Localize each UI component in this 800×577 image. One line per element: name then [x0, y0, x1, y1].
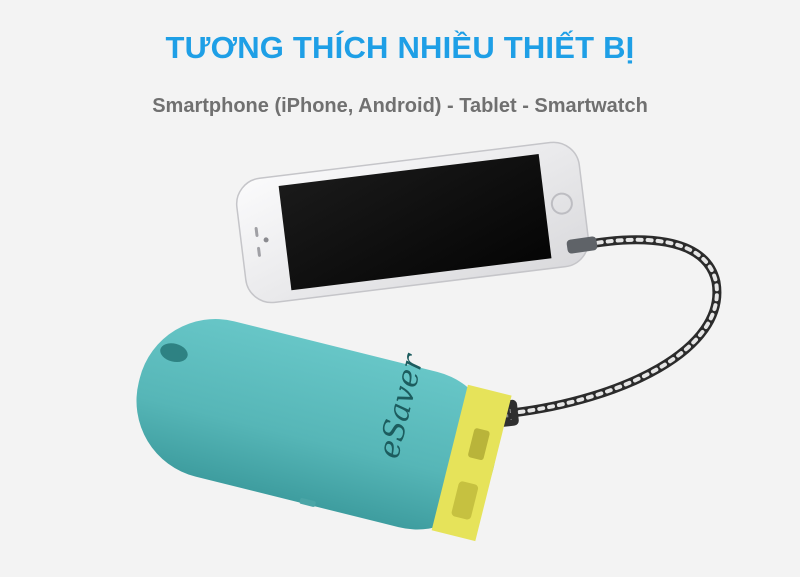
product-photo: eSaver [136, 141, 722, 542]
subline: Smartphone (iPhone, Android) - Tablet - … [152, 95, 648, 117]
power-bank-icon: eSaver [136, 319, 512, 542]
headline: TƯƠNG THÍCH NHIỀU THIẾT BỊ [165, 30, 635, 65]
smartphone-icon [235, 141, 590, 304]
